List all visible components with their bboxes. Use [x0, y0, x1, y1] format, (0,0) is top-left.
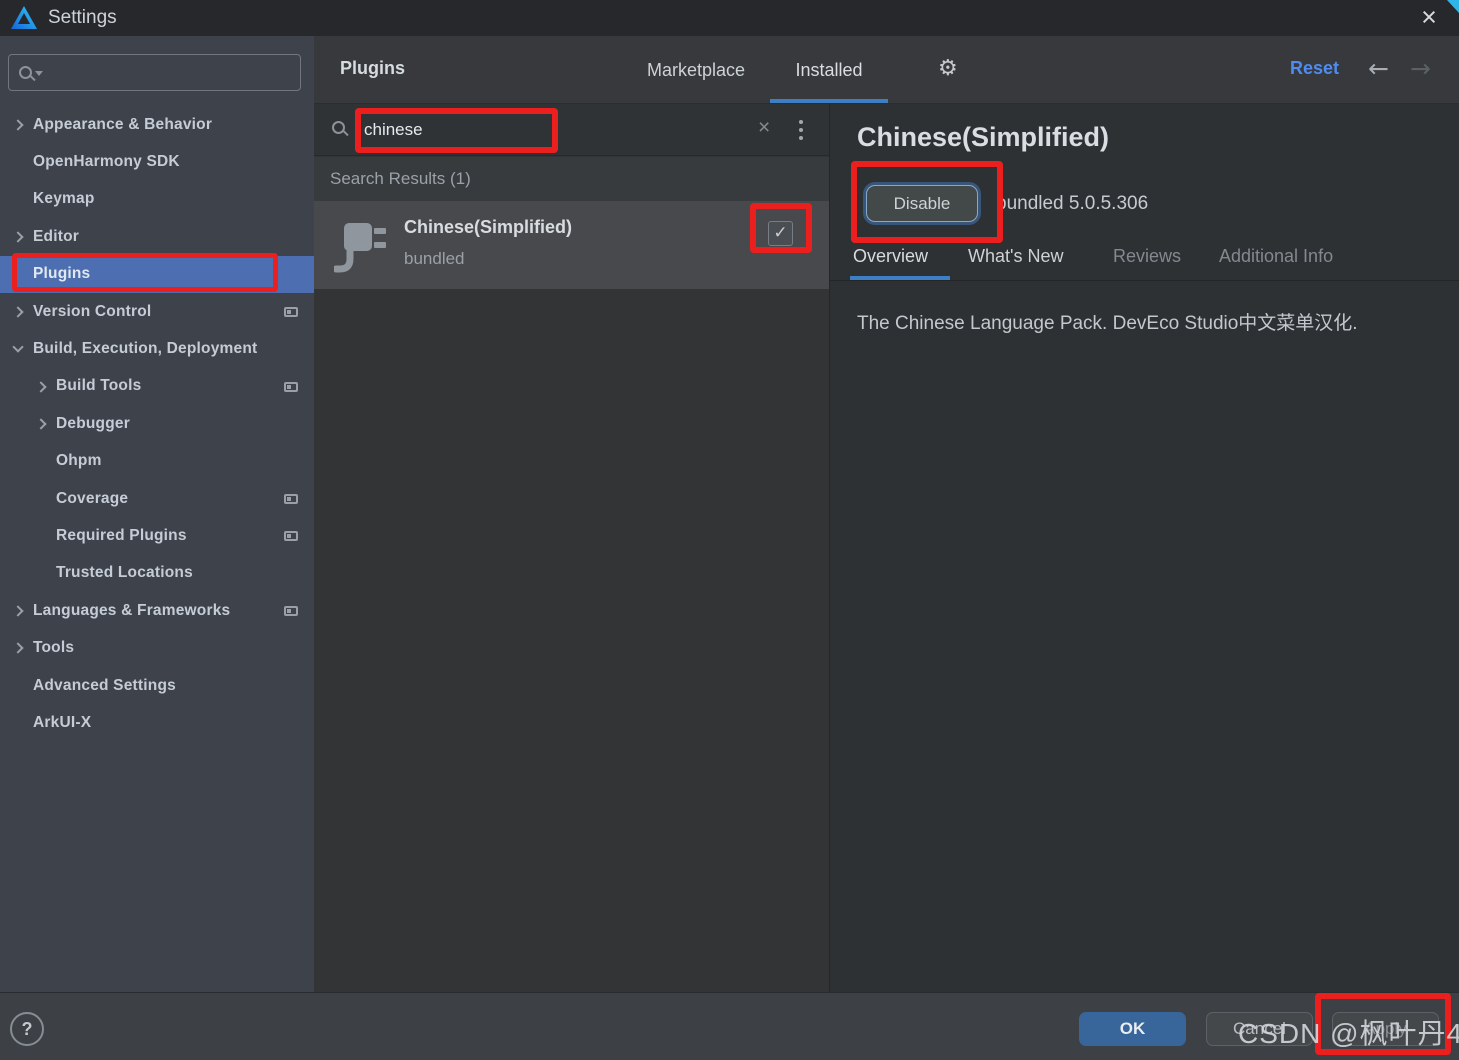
sidebar-items: Appearance & Behavior OpenHarmony SDK Keym…: [0, 106, 314, 742]
sidebar-item-label: Appearance & Behavior: [33, 116, 212, 134]
reset-link[interactable]: Reset: [1290, 58, 1339, 79]
sidebar-item-advanced-settings[interactable]: Advanced Settings: [0, 667, 314, 704]
sidebar-item-label: Ohpm: [56, 452, 102, 470]
chevron-right-icon[interactable]: [12, 643, 23, 654]
plugin-version-text: bundled 5.0.5.306: [996, 193, 1148, 215]
clear-search-icon[interactable]: ×: [758, 116, 770, 140]
plugin-list-item[interactable]: Chinese(Simplified) bundled ✓: [314, 201, 829, 289]
chevron-right-icon[interactable]: [12, 119, 23, 130]
search-results-header: Search Results (1): [314, 157, 829, 201]
help-icon[interactable]: ?: [10, 1012, 44, 1046]
sidebar-item-build-execution-deployment[interactable]: Build, Execution, Deployment: [0, 330, 314, 367]
panel-marker-icon: [284, 307, 298, 317]
tab-additional-info[interactable]: Additional Info: [1219, 246, 1333, 267]
sidebar-item-version-control[interactable]: Version Control: [0, 293, 314, 330]
sidebar-item-required-plugins[interactable]: Required Plugins: [0, 517, 314, 554]
gear-icon[interactable]: ⚙: [938, 56, 958, 81]
plugin-subtitle: bundled: [404, 249, 465, 269]
disable-button[interactable]: Disable: [866, 185, 978, 222]
chevron-right-icon[interactable]: [35, 381, 46, 392]
sidebar-item-appearance-behavior[interactable]: Appearance & Behavior: [0, 106, 314, 143]
sidebar-item-label: Coverage: [56, 490, 128, 508]
sidebar-item-tools[interactable]: Tools: [0, 629, 314, 666]
sidebar-item-label: ArkUI-X: [33, 714, 91, 732]
tab-whats-new[interactable]: What's New: [968, 246, 1063, 267]
sidebar-item-editor[interactable]: Editor: [0, 218, 314, 255]
deveco-studio-logo: [10, 5, 38, 31]
sidebar-item-ohpm[interactable]: Ohpm: [0, 443, 314, 480]
sidebar-item-label: Editor: [33, 228, 79, 246]
search-dropdown-icon[interactable]: [35, 71, 43, 76]
sidebar-item-build-tools[interactable]: Build Tools: [0, 368, 314, 405]
tab-installed-underline: [770, 99, 888, 103]
settings-window: Settings × Appearance & Behavior OpenHarm…: [0, 0, 1459, 1060]
chevron-right-icon[interactable]: [12, 605, 23, 616]
sidebar-item-label: Languages & Frameworks: [33, 602, 230, 620]
sidebar-item-label: Build Tools: [56, 377, 141, 395]
titlebar: Settings ×: [0, 0, 1459, 36]
settings-search-box[interactable]: [8, 54, 301, 91]
tab-divider: [830, 280, 1459, 281]
tab-overview[interactable]: Overview: [853, 246, 928, 267]
close-icon[interactable]: ×: [1407, 0, 1451, 36]
sidebar-item-debugger[interactable]: Debugger: [0, 405, 314, 442]
settings-search-input[interactable]: [42, 64, 300, 82]
sidebar-item-trusted-locations[interactable]: Trusted Locations: [0, 555, 314, 592]
plugin-enabled-checkbox[interactable]: ✓: [768, 221, 793, 246]
page-title: Plugins: [340, 58, 405, 79]
search-icon: [19, 66, 32, 79]
chevron-down-icon[interactable]: [12, 342, 23, 353]
sidebar-item-label: Build, Execution, Deployment: [33, 340, 257, 358]
plugin-name: Chinese(Simplified): [404, 217, 572, 238]
sidebar-item-label: Advanced Settings: [33, 677, 176, 695]
search-icon: [332, 121, 345, 134]
back-arrow-icon[interactable]: ←: [1368, 54, 1389, 83]
plugins-header: Plugins Marketplace Installed ⚙ Reset ← …: [314, 36, 1459, 104]
tab-installed[interactable]: Installed: [770, 36, 888, 104]
plugin-search-row: ×: [314, 104, 829, 156]
plugin-detail-panel: Chinese(Simplified) Disable bundled 5.0.…: [829, 104, 1459, 992]
plugin-description: The Chinese Language Pack. DevEco Studio…: [857, 308, 1358, 335]
sidebar-item-label: Trusted Locations: [56, 564, 193, 582]
sidebar-item-label: Tools: [33, 639, 74, 657]
sidebar-item-label: Required Plugins: [56, 527, 187, 545]
cancel-button[interactable]: Cancel: [1206, 1012, 1313, 1046]
sidebar-item-arkui-x[interactable]: ArkUI-X: [0, 704, 314, 741]
sidebar-item-coverage[interactable]: Coverage: [0, 480, 314, 517]
dialog-footer: ? OK Cancel Apply: [0, 992, 1459, 1060]
panel-marker-icon: [284, 494, 298, 504]
plugin-search-input[interactable]: [364, 112, 744, 148]
plugin-detail-title: Chinese(Simplified): [857, 122, 1109, 153]
panel-marker-icon: [284, 382, 298, 392]
chevron-right-icon[interactable]: [12, 232, 23, 243]
plugin-icon: [334, 213, 390, 275]
panel-marker-icon: [284, 606, 298, 616]
sidebar-item-label: Keymap: [33, 190, 95, 208]
sidebar-item-keymap[interactable]: Keymap: [0, 181, 314, 218]
sidebar-item-label: OpenHarmony SDK: [33, 153, 180, 171]
sidebar-item-label: Plugins: [33, 265, 90, 283]
chevron-right-icon[interactable]: [12, 306, 23, 317]
ok-button[interactable]: OK: [1079, 1012, 1186, 1046]
settings-sidebar: Appearance & Behavior OpenHarmony SDK Keym…: [0, 36, 314, 992]
sidebar-item-languages-frameworks[interactable]: Languages & Frameworks: [0, 592, 314, 629]
sidebar-item-plugins[interactable]: Plugins: [0, 256, 314, 293]
sidebar-item-openharmony-sdk[interactable]: OpenHarmony SDK: [0, 143, 314, 180]
tab-marketplace[interactable]: Marketplace: [640, 36, 752, 104]
plugin-list-panel: × Search Results (1) Chinese(Simplified)…: [314, 104, 829, 992]
sidebar-item-label: Debugger: [56, 415, 130, 433]
panel-marker-icon: [284, 531, 298, 541]
sidebar-item-label: Version Control: [33, 303, 151, 321]
tab-reviews[interactable]: Reviews: [1113, 246, 1181, 267]
window-title: Settings: [48, 7, 117, 29]
kebab-menu-icon[interactable]: [794, 118, 808, 142]
chevron-right-icon[interactable]: [35, 418, 46, 429]
forward-arrow-icon[interactable]: →: [1410, 54, 1431, 83]
apply-button[interactable]: Apply: [1332, 1012, 1439, 1046]
